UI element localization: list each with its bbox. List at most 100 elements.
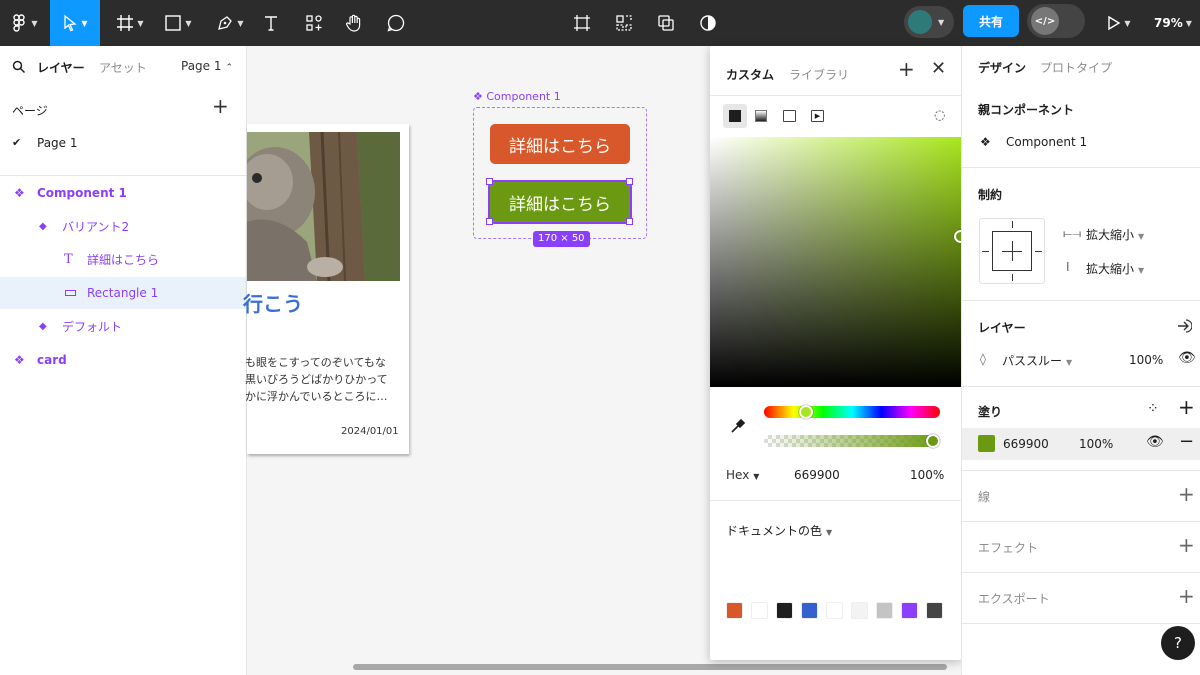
layer-opacity-input[interactable]: 100% — [1129, 353, 1163, 367]
add-stroke-icon[interactable]: + — [1178, 484, 1195, 504]
tab-prototype[interactable]: プロトタイプ — [1040, 59, 1112, 76]
button-variant2[interactable]: 詳細はこちら — [488, 180, 632, 224]
opacity-handle[interactable] — [926, 434, 940, 448]
tab-assets[interactable]: アセット — [99, 59, 147, 76]
component-label[interactable]: ❖ Component 1 — [473, 90, 561, 103]
pen-tool-button[interactable]: ▼ — [208, 0, 252, 46]
chevron-down-icon: ▼ — [1066, 358, 1073, 367]
doc-color-swatch[interactable] — [776, 602, 793, 619]
dev-mode-toggle[interactable]: </> — [1027, 4, 1085, 38]
solid-fill-button[interactable] — [723, 104, 747, 128]
component-tool-button[interactable] — [568, 0, 596, 46]
resize-handle[interactable] — [626, 218, 633, 225]
resources-button[interactable] — [300, 0, 328, 46]
saturation-area[interactable] — [710, 137, 961, 387]
help-button[interactable]: ? — [1161, 626, 1195, 660]
fill-swatch[interactable] — [978, 435, 995, 452]
component-icon: ❖ — [14, 353, 25, 367]
frame-tool-button[interactable]: ▼ — [110, 0, 150, 46]
button-default[interactable]: 詳細はこちら — [490, 124, 630, 164]
blend-mode-select[interactable]: パススルー ▼ — [1002, 352, 1072, 369]
layer-item-component1[interactable]: ❖ Component 1 — [0, 177, 246, 209]
page-item-page1[interactable]: Page 1 — [37, 136, 78, 150]
present-button[interactable]: ▼ — [1104, 0, 1134, 46]
doc-colors-select[interactable]: ドキュメントの色 ▼ — [726, 522, 832, 539]
resize-handle[interactable] — [486, 178, 493, 185]
hue-slider[interactable] — [764, 406, 940, 418]
add-page-icon[interactable]: + — [212, 96, 229, 116]
user-avatar-button[interactable]: ▼ — [904, 6, 954, 38]
fill-opacity[interactable]: 100% — [1079, 437, 1113, 451]
mask-button[interactable] — [652, 0, 680, 46]
doc-color-swatch[interactable] — [876, 602, 893, 619]
main-menu-button[interactable]: ▼ — [6, 0, 44, 46]
add-effect-icon[interactable]: + — [1178, 535, 1195, 555]
zoom-menu[interactable]: 79% ▼ — [1150, 0, 1196, 46]
text-tool-button[interactable] — [258, 0, 284, 46]
add-fill-icon[interactable]: + — [1178, 397, 1195, 417]
constraints-widget[interactable] — [979, 218, 1045, 284]
tab-custom[interactable]: カスタム — [726, 66, 774, 83]
chevron-down-icon: ▼ — [1138, 232, 1145, 241]
toolbar: ▼ ▼ ▼ ▼ ▼ ▼ 共有 </> ▼ 79% ▼ — [0, 0, 1200, 46]
doc-color-swatch[interactable] — [851, 602, 868, 619]
video-fill-icon[interactable]: ▶ — [811, 110, 824, 122]
remove-fill-icon[interactable]: − — [1179, 431, 1194, 452]
tab-library[interactable]: ライブラリ — [789, 66, 849, 83]
layer-item-default[interactable]: ◆ デフォルト — [0, 310, 246, 342]
share-button[interactable]: 共有 — [963, 5, 1019, 37]
doc-color-swatch[interactable] — [901, 602, 918, 619]
go-to-main-icon[interactable] — [1176, 318, 1192, 334]
eye-icon[interactable]: 👁 — [1146, 434, 1164, 450]
card-frame[interactable]: 行こう も眼をこすってのぞいてもな 黒いびろうどばかりひかって かに浮かんでいる… — [243, 124, 409, 454]
gradient-fill-icon[interactable] — [755, 110, 767, 122]
hue-handle[interactable] — [799, 405, 813, 419]
close-icon[interactable]: ✕ — [931, 59, 946, 79]
cat-photo-image — [247, 132, 400, 281]
tab-design[interactable]: デザイン — [978, 59, 1026, 76]
doc-color-swatch[interactable] — [726, 602, 743, 619]
add-style-icon[interactable]: + — [898, 59, 915, 79]
comment-tool-button[interactable] — [382, 0, 410, 46]
horizontal-scrollbar[interactable] — [353, 664, 947, 670]
parent-component-link[interactable]: Component 1 — [1006, 135, 1087, 149]
eyedropper-icon[interactable] — [729, 417, 747, 435]
blend-mode-value: パススルー — [1002, 354, 1063, 368]
opacity-input[interactable]: 100% — [910, 468, 944, 482]
hand-tool-button[interactable] — [340, 0, 368, 46]
doc-color-swatch[interactable] — [826, 602, 843, 619]
search-icon[interactable] — [12, 60, 26, 74]
fill-hex[interactable]: 669900 — [1003, 437, 1049, 451]
doc-color-swatch[interactable] — [926, 602, 943, 619]
layer-item-variant2[interactable]: ◆ バリアント2 — [0, 210, 246, 242]
grid-button[interactable] — [610, 0, 638, 46]
blend-icon[interactable]: ◌ — [934, 108, 945, 123]
horizontal-constraint-icon: ⟝⟞ — [1063, 227, 1082, 240]
tab-layers[interactable]: レイヤー — [37, 59, 85, 76]
layer-item-rectangle1[interactable]: Rectangle 1 — [0, 277, 246, 309]
layer-item-text[interactable]: T 詳細はこちら — [0, 243, 246, 275]
color-format-select[interactable]: Hex ▼ — [726, 468, 759, 482]
vertical-constraint-select[interactable]: 拡大縮小 ▼ — [1086, 260, 1144, 277]
doc-color-swatch[interactable] — [801, 602, 818, 619]
doc-color-swatch[interactable] — [751, 602, 768, 619]
hand-icon — [346, 14, 361, 32]
add-export-icon[interactable]: + — [1178, 586, 1195, 606]
hex-input[interactable]: 669900 — [794, 468, 840, 482]
resize-handle[interactable] — [626, 178, 633, 185]
fill-row[interactable]: 669900 100% 👁 − — [962, 428, 1200, 460]
layer-item-card[interactable]: ❖ card — [0, 344, 246, 376]
page-selector[interactable]: Page 1 ⌃ — [181, 59, 233, 73]
move-tool-button[interactable]: ▼ — [50, 0, 100, 46]
contrast-button[interactable] — [694, 0, 722, 46]
shape-tool-button[interactable]: ▼ — [158, 0, 198, 46]
resize-handle[interactable] — [486, 218, 493, 225]
styles-icon[interactable]: ⁘ — [1147, 401, 1159, 417]
size-badge: 170 × 50 — [533, 231, 590, 247]
eye-icon[interactable]: 👁 — [1178, 350, 1196, 366]
divider — [710, 500, 961, 501]
resources-icon — [306, 15, 322, 31]
horizontal-constraint-select[interactable]: 拡大縮小 ▼ — [1086, 226, 1144, 243]
opacity-slider[interactable] — [764, 435, 940, 447]
image-fill-icon[interactable] — [783, 110, 796, 122]
